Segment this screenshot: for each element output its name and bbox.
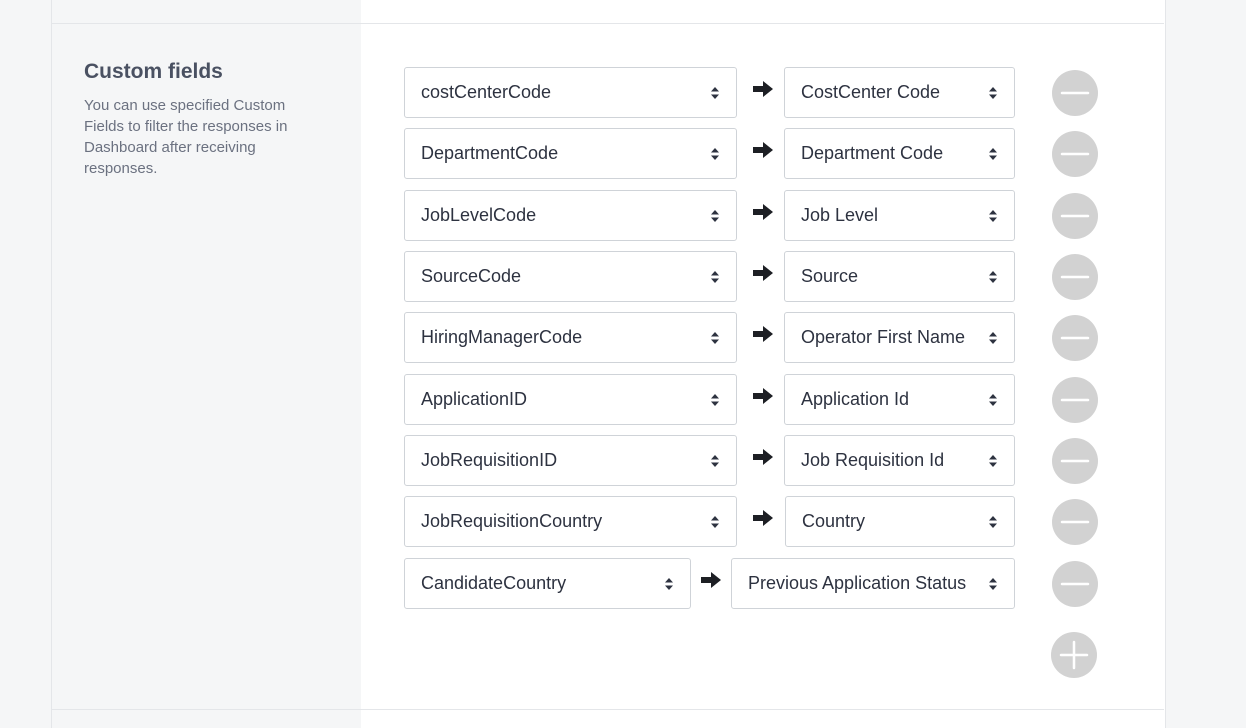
arrow-right-icon [752,325,774,343]
sort-caret-icon [989,393,997,406]
target-field-select[interactable]: Job Requisition Id [784,435,1015,486]
source-field-select[interactable]: HiringManagerCode [404,312,737,363]
remove-mapping-button[interactable] [1052,315,1098,361]
arrow-right-icon [752,80,774,98]
minus-circle-icon [1060,152,1090,156]
remove-mapping-button[interactable] [1052,377,1098,423]
source-field-value: JobLevelCode [421,205,537,225]
minus-circle-icon [1060,459,1090,463]
minus-circle-icon [1060,398,1090,402]
source-field-select[interactable]: JobRequisitionCountry [404,496,737,547]
section-title: Custom fields [84,60,223,83]
sort-caret-icon [989,147,997,160]
target-field-select[interactable]: Country [785,496,1015,547]
source-field-value: costCenterCode [421,82,552,102]
remove-mapping-button[interactable] [1052,499,1098,545]
remove-mapping-button[interactable] [1052,561,1098,607]
sort-caret-icon [989,270,997,283]
sort-caret-icon [711,393,719,406]
remove-mapping-button[interactable] [1052,254,1098,300]
minus-circle-icon [1060,582,1090,586]
target-field-value: Department Code [801,143,944,163]
remove-mapping-button[interactable] [1052,438,1098,484]
sort-caret-icon [989,577,997,590]
target-field-value: CostCenter Code [801,82,941,102]
source-field-select[interactable]: JobRequisitionID [404,435,737,486]
remove-mapping-button[interactable] [1052,131,1098,177]
minus-circle-icon [1060,275,1090,279]
arrow-right-icon [752,448,774,466]
remove-mapping-button[interactable] [1052,70,1098,116]
target-field-select[interactable]: Job Level [784,190,1015,241]
source-field-value: CandidateCountry [421,573,567,593]
source-field-value: HiringManagerCode [421,327,583,347]
arrow-right-icon [752,387,774,405]
source-field-value: JobRequisitionID [421,450,558,470]
target-field-value: Operator First Name [801,327,966,347]
bottom-divider [52,709,1164,710]
source-field-select[interactable]: ApplicationID [404,374,737,425]
plus-circle-icon [1059,640,1089,670]
source-field-select[interactable]: SourceCode [404,251,737,302]
source-field-select[interactable]: costCenterCode [404,67,737,118]
sort-caret-icon [711,209,719,222]
sort-caret-icon [989,515,997,528]
sort-caret-icon [711,270,719,283]
sort-caret-icon [989,454,997,467]
sort-caret-icon [989,209,997,222]
target-field-select[interactable]: Department Code [784,128,1015,179]
sort-caret-icon [989,86,997,99]
sort-caret-icon [711,147,719,160]
source-field-value: DepartmentCode [421,143,559,163]
minus-circle-icon [1060,336,1090,340]
target-field-select[interactable]: CostCenter Code [784,67,1015,118]
minus-circle-icon [1060,214,1090,218]
target-field-value: Previous Application Status [748,573,967,593]
arrow-right-icon [752,264,774,282]
target-field-select[interactable]: Application Id [784,374,1015,425]
target-field-value: Application Id [801,389,910,409]
top-divider [52,23,1164,24]
sort-caret-icon [711,86,719,99]
section-description: You can use specified Custom Fields to f… [84,97,288,177]
source-field-value: JobRequisitionCountry [421,511,603,531]
target-field-select[interactable]: Source [784,251,1015,302]
add-mapping-button[interactable] [1051,632,1097,678]
minus-circle-icon [1060,91,1090,95]
minus-circle-icon [1060,520,1090,524]
target-field-select[interactable]: Operator First Name [784,312,1015,363]
remove-mapping-button[interactable] [1052,193,1098,239]
target-field-value: Country [802,511,866,531]
target-field-value: Job Level [801,205,879,225]
sort-caret-icon [711,331,719,344]
arrow-right-icon [752,203,774,221]
sort-caret-icon [711,515,719,528]
source-field-select[interactable]: CandidateCountry [404,558,691,609]
arrow-right-icon [752,141,774,159]
arrow-right-icon [700,571,722,589]
sort-caret-icon [989,331,997,344]
sort-caret-icon [665,577,673,590]
source-field-select[interactable]: DepartmentCode [404,128,737,179]
sort-caret-icon [711,454,719,467]
target-field-value: Job Requisition Id [801,450,945,470]
source-field-select[interactable]: JobLevelCode [404,190,737,241]
arrow-right-icon [752,509,774,527]
source-field-value: SourceCode [421,266,522,286]
target-field-value: Source [801,266,859,286]
source-field-value: ApplicationID [421,389,528,409]
target-field-select[interactable]: Previous Application Status [731,558,1015,609]
